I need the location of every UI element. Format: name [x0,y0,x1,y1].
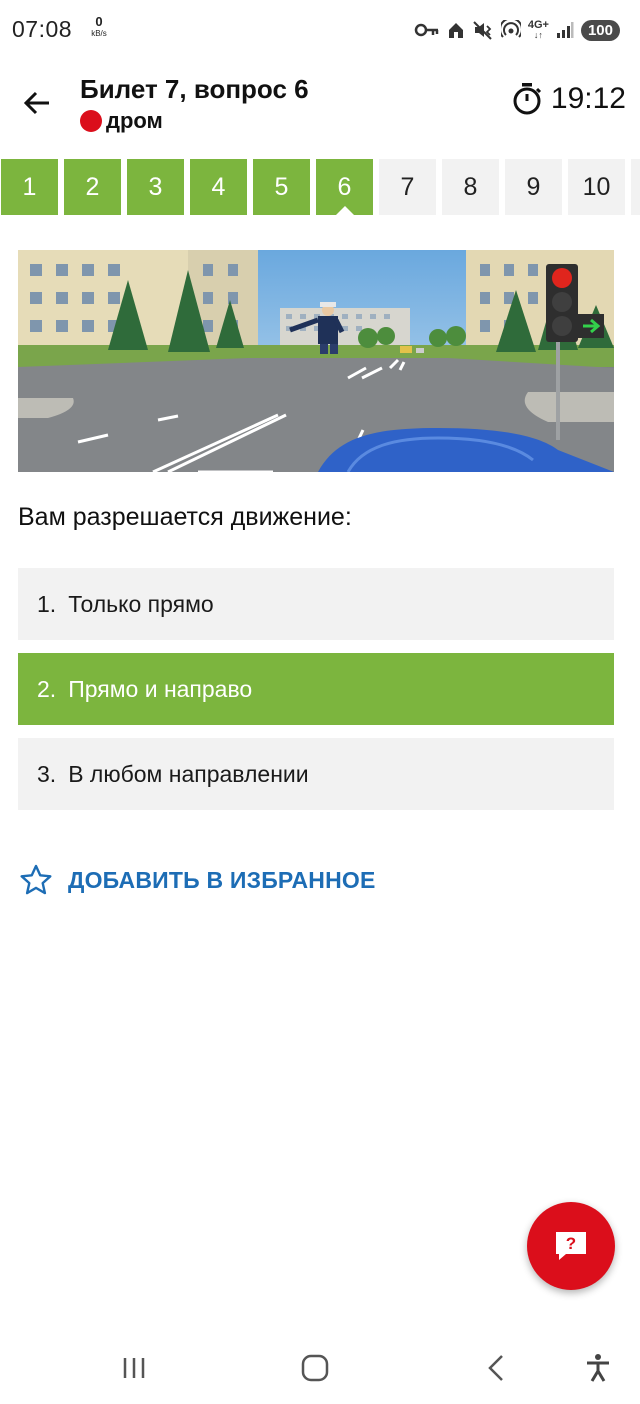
timer-value: 19:12 [550,82,626,115]
add-to-favorites-label: ДОБАВИТЬ В ИЗБРАННОЕ [68,866,376,893]
home-circle-icon [301,1354,329,1382]
answer-number: 1. [37,590,57,617]
answer-text: В любом направлении [68,760,309,787]
mute-vibrate-icon [473,21,492,40]
answer-option-3[interactable]: 3. В любом направлении [18,738,614,810]
system-nav-bar [0,1330,640,1404]
back-button[interactable] [14,80,60,126]
add-to-favorites-button[interactable]: ДОБАВИТЬ В ИЗБРАННОЕ [20,864,376,896]
status-time: 07:08 [12,16,73,42]
traffic-scene-image [18,250,614,472]
network-type: 4G+ ↓↑ [527,19,549,41]
key-icon [414,23,439,37]
question-tab-4[interactable]: 4 [190,159,247,215]
help-button[interactable]: ? [527,1202,615,1290]
network-speed-unit: kB/s [91,29,107,38]
accessibility-icon [587,1354,609,1382]
question-tab-8[interactable]: 8 [442,159,499,215]
question-tab-more[interactable] [631,159,640,215]
drom-logo-icon [80,110,102,132]
answer-number: 2. [37,675,57,702]
answer-list: 1. Только прямо 2. Прямо и направо 3. В … [18,568,614,823]
home-icon [448,23,463,38]
recent-apps-button[interactable] [114,1348,154,1388]
page-title: Билет 7, вопрос 6 [80,74,309,104]
question-tab-9[interactable]: 9 [505,159,562,215]
question-tab-3[interactable]: 3 [127,159,184,215]
answer-option-1[interactable]: 1. Только прямо [18,568,614,640]
network-speed: 0 kB/s [87,14,111,39]
back-nav-button[interactable] [476,1348,516,1388]
arrow-left-icon [23,91,49,115]
chevron-left-icon [488,1355,503,1381]
stopwatch-icon [513,83,541,115]
accessibility-button[interactable] [578,1348,618,1388]
exam-timer: 19:12 [511,82,626,116]
question-tab-7[interactable]: 7 [379,159,436,215]
recent-apps-icon [123,1358,145,1378]
network-speed-value: 0 [95,14,103,29]
home-nav-button[interactable] [295,1348,335,1388]
question-tab-10[interactable]: 10 [568,159,625,215]
answer-text: Только прямо [68,590,214,617]
question-tab-6[interactable]: 6 [316,159,373,215]
help-button-label: ? [566,1234,576,1253]
answer-text: Прямо и направо [68,675,253,702]
app-header: Билет 7, вопрос 6 дром 19:12 [0,68,640,140]
hotspot-icon [500,20,521,38]
answer-number: 3. [37,760,57,787]
signal-icon [556,22,574,38]
answer-option-2[interactable]: 2. Прямо и направо [18,653,614,725]
question-illustration [18,250,614,472]
star-outline-icon [20,864,52,895]
help-chat-icon: ? [556,1232,586,1260]
question-tab-2[interactable]: 2 [64,159,121,215]
brand: дром [80,108,163,134]
brand-name: дром [106,108,163,133]
question-tab-1[interactable]: 1 [1,159,58,215]
status-bar: 07:08 0 kB/s 4G+ ↓↑ 100 [0,0,640,60]
status-icons: 4G+ ↓↑ 100 [414,16,620,44]
battery-indicator: 100 [580,19,620,41]
question-tabs: 1 2 3 4 5 6 7 8 9 10 [0,159,640,215]
question-text: Вам разрешается движение: [18,503,352,531]
question-tab-5[interactable]: 5 [253,159,310,215]
